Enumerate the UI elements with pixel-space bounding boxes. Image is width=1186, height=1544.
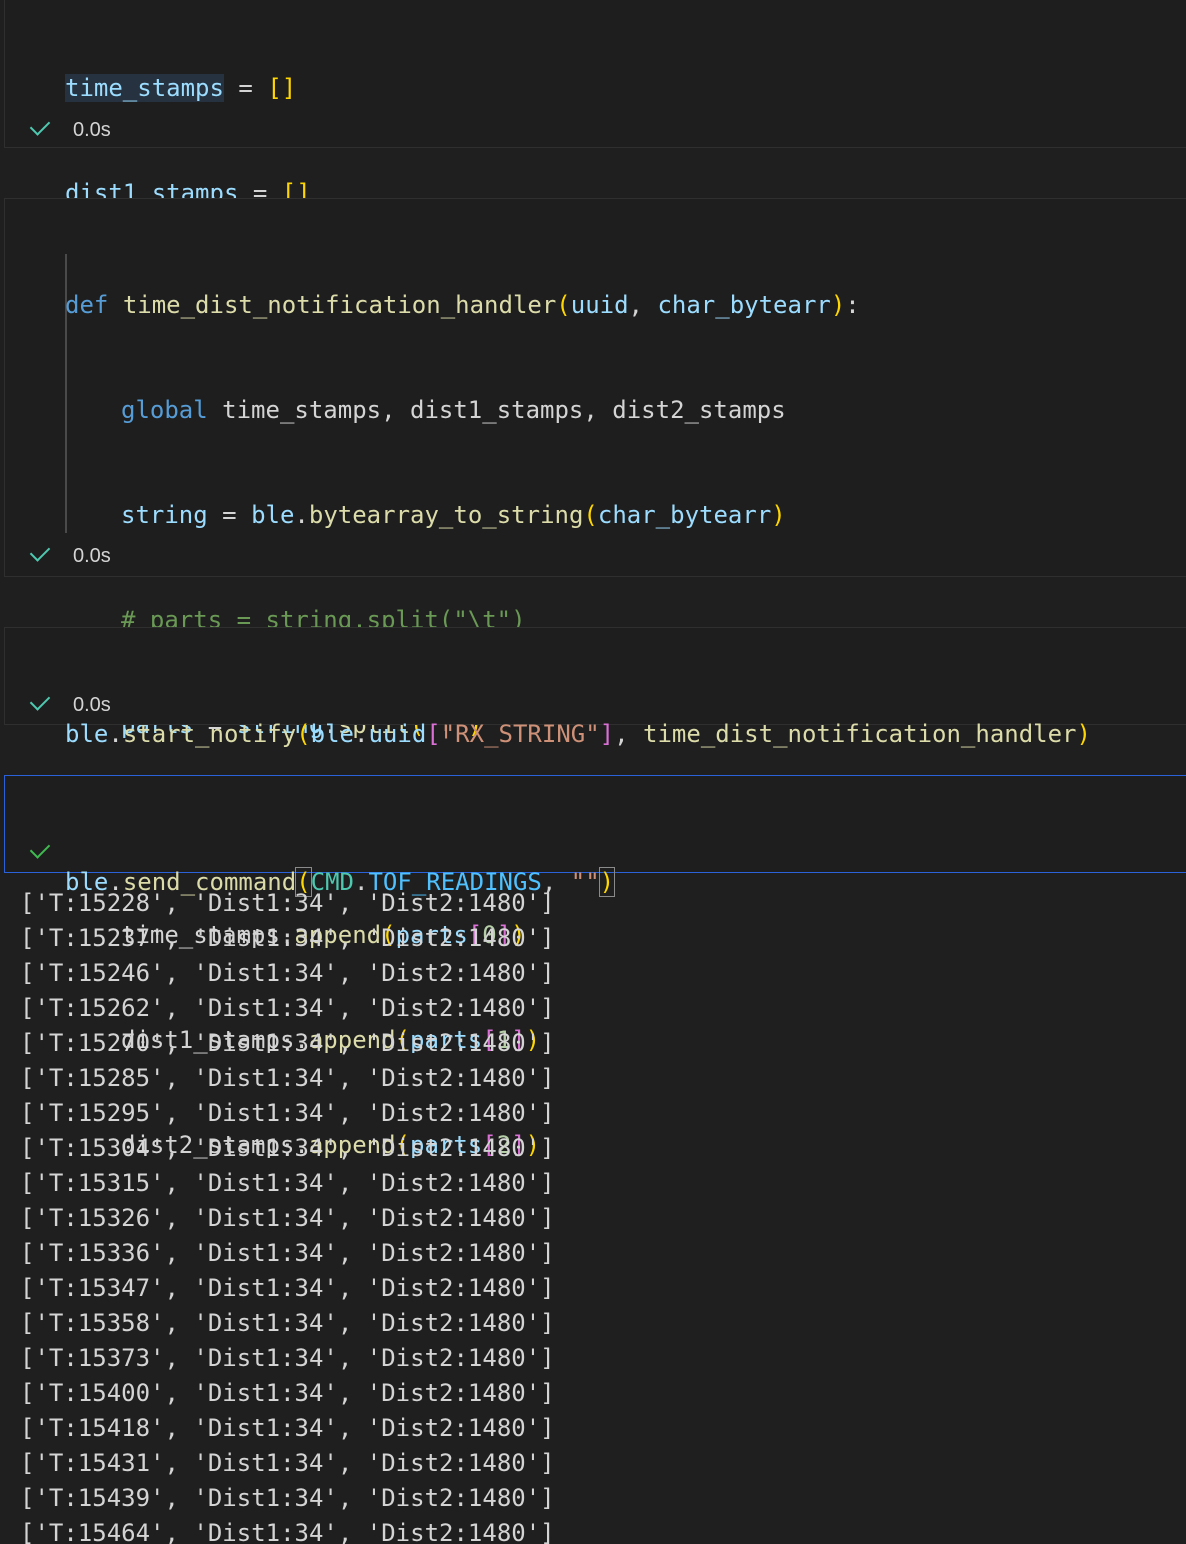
output-line: ['T:15326', 'Dist1:34', 'Dist2:1480'] <box>20 1204 555 1232</box>
checkmark-icon <box>29 115 51 136</box>
execution-time: 0.0s <box>73 119 111 141</box>
output-line: ['T:15237', 'Dist1:34', 'Dist2:1480'] <box>20 924 555 952</box>
output-line: ['T:15400', 'Dist1:34', 'Dist2:1480'] <box>20 1379 555 1407</box>
code-line: time_stamps = [] <box>65 74 297 102</box>
cell-output: ['T:15228', 'Dist1:34', 'Dist2:1480'] ['T… <box>20 886 555 1544</box>
code-cell-2[interactable]: def time_dist_notification_handler(uuid,… <box>4 198 1186 1159</box>
output-line: ['T:15270', 'Dist1:34', 'Dist2:1480'] <box>20 1029 555 1057</box>
execution-time: 0.0s <box>73 694 111 716</box>
output-line: ['T:15431', 'Dist1:34', 'Dist2:1480'] <box>20 1449 555 1477</box>
output-line: ['T:15418', 'Dist1:34', 'Dist2:1480'] <box>20 1414 555 1442</box>
output-line: ['T:15304', 'Dist1:34', 'Dist2:1480'] <box>20 1134 555 1162</box>
checkmark-icon <box>29 838 51 859</box>
checkmark-icon <box>29 690 51 711</box>
output-line: ['T:15464', 'Dist1:34', 'Dist2:1480'] <box>20 1519 555 1544</box>
code-line: def time_dist_notification_handler(uuid,… <box>65 291 860 319</box>
code-cell-4[interactable]: ble.send_command(CMD.TOF_READINGS, "") <box>4 775 1186 897</box>
execution-time: 0.0s <box>73 545 111 567</box>
output-line: ['T:15336', 'Dist1:34', 'Dist2:1480'] <box>20 1239 555 1267</box>
execution-status: 0.0s <box>29 541 111 568</box>
output-line: ['T:15358', 'Dist1:34', 'Dist2:1480'] <box>20 1309 555 1337</box>
output-line: ['T:15295', 'Dist1:34', 'Dist2:1480'] <box>20 1099 555 1127</box>
code-cell-3[interactable]: ble.start_notify(ble.uuid["RX_STRING"], … <box>4 627 1186 748</box>
output-line: ['T:15347', 'Dist1:34', 'Dist2:1480'] <box>20 1274 555 1302</box>
code-line: string = ble.bytearray_to_string(char_by… <box>121 501 786 529</box>
output-line: ['T:15439', 'Dist1:34', 'Dist2:1480'] <box>20 1484 555 1512</box>
execution-status: 0.0s <box>29 690 111 717</box>
output-line: ['T:15262', 'Dist1:34', 'Dist2:1480'] <box>20 994 555 1022</box>
output-line: ['T:15285', 'Dist1:34', 'Dist2:1480'] <box>20 1064 555 1092</box>
output-line: ['T:15373', 'Dist1:34', 'Dist2:1480'] <box>20 1344 555 1372</box>
execution-status: 0.0s <box>29 115 111 142</box>
code-cell-1[interactable]: time_stamps = [] dist1_stamps = [] dist2… <box>4 0 1186 312</box>
output-line: ['T:15228', 'Dist1:34', 'Dist2:1480'] <box>20 889 555 917</box>
output-line: ['T:15246', 'Dist1:34', 'Dist2:1480'] <box>20 959 555 987</box>
checkmark-icon <box>29 541 51 562</box>
code-line: global time_stamps, dist1_stamps, dist2_… <box>121 396 786 424</box>
code-line: ble.start_notify(ble.uuid["RX_STRING"], … <box>65 720 1091 748</box>
execution-status <box>29 838 73 865</box>
output-line: ['T:15315', 'Dist1:34', 'Dist2:1480'] <box>20 1169 555 1197</box>
